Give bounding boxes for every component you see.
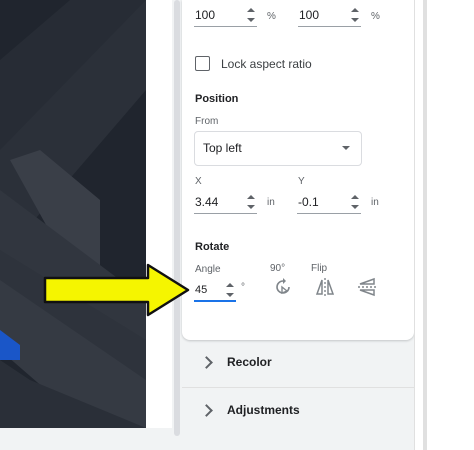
flip-vertical-icon[interactable] xyxy=(357,277,377,297)
section-divider xyxy=(182,387,414,388)
panel-scroll-gutter xyxy=(414,0,474,450)
rotate-90-icon[interactable] xyxy=(274,277,294,297)
position-from-value: Top left xyxy=(203,141,242,155)
width-scale-value: 100 xyxy=(195,8,216,22)
position-section-title: Position xyxy=(195,93,239,105)
flip-label: Flip xyxy=(311,263,328,274)
lock-aspect-ratio-label[interactable]: Lock aspect ratio xyxy=(221,57,312,71)
rotate-angle-unit: ° xyxy=(241,282,245,293)
position-x-spinner-icon[interactable] xyxy=(247,195,255,209)
adjustments-section-title: Adjustments xyxy=(227,403,300,417)
slide-image-graphic xyxy=(0,0,146,428)
width-scale-input[interactable]: 100 xyxy=(194,4,257,27)
position-x-unit: in xyxy=(267,197,275,208)
rotate-angle-label: Angle xyxy=(195,264,221,275)
position-x-value: 3.44 xyxy=(195,195,219,209)
panel-scrollbar[interactable] xyxy=(423,0,427,450)
height-scale-unit: % xyxy=(371,11,380,22)
rotate-90-label: 90° xyxy=(270,263,286,274)
rotate-angle-spinner-icon[interactable] xyxy=(226,283,234,297)
rotate-angle-value: 45 xyxy=(195,284,208,296)
position-y-label: Y xyxy=(298,176,305,187)
position-from-label: From xyxy=(195,116,219,127)
rotate-section-title: Rotate xyxy=(195,241,230,253)
width-scale-spinner-icon[interactable] xyxy=(247,8,255,22)
lock-aspect-ratio-checkbox[interactable] xyxy=(195,56,210,71)
slide-canvas-area xyxy=(0,0,172,450)
height-scale-spinner-icon[interactable] xyxy=(351,8,359,22)
canvas-gutter xyxy=(146,0,172,428)
position-y-input[interactable]: -0.1 xyxy=(297,191,361,214)
position-from-select[interactable]: Top left xyxy=(194,131,362,166)
recolor-section-header[interactable]: Recolor xyxy=(182,342,414,386)
chevron-right-icon xyxy=(200,404,213,417)
rotate-angle-input[interactable]: 45 xyxy=(194,280,236,302)
canvas-bottom-bar xyxy=(0,428,172,450)
chevron-right-icon xyxy=(200,356,213,369)
width-scale-unit: % xyxy=(267,11,276,22)
adjustments-section-header[interactable]: Adjustments xyxy=(182,390,414,434)
position-x-input[interactable]: 3.44 xyxy=(194,191,257,214)
position-y-value: -0.1 xyxy=(298,195,319,209)
height-scale-input[interactable]: 100 xyxy=(298,4,361,27)
flip-horizontal-icon[interactable] xyxy=(315,277,335,297)
position-y-spinner-icon[interactable] xyxy=(351,195,359,209)
height-scale-value: 100 xyxy=(299,8,320,22)
recolor-section-title: Recolor xyxy=(227,355,272,369)
slide-image[interactable] xyxy=(0,0,146,428)
canvas-scrollbar[interactable] xyxy=(174,0,180,436)
position-x-label: X xyxy=(195,176,202,187)
position-y-unit: in xyxy=(371,197,379,208)
dropdown-caret-icon xyxy=(342,146,350,150)
